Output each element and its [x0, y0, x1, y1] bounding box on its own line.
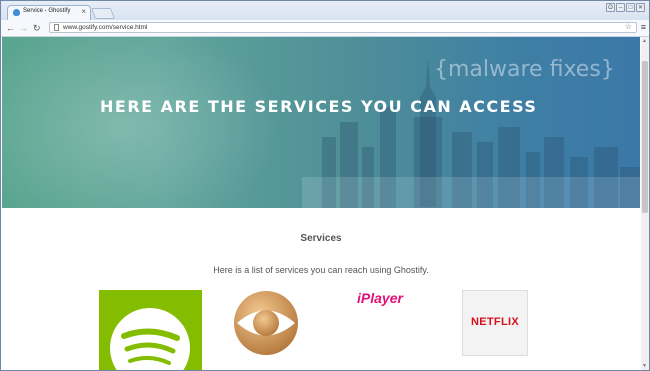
scroll-thumb[interactable] — [642, 61, 648, 213]
chrome-menu-icon[interactable]: ≡ — [641, 22, 646, 33]
address-bar[interactable]: www.gostify.com/service.html ☆ — [49, 22, 637, 33]
title-bar: Service - Ghostify × ʘ – □ ✕ — [1, 1, 649, 20]
spotify-icon — [110, 308, 190, 370]
browser-toolbar: ← → ↻ www.gostify.com/service.html ☆ ≡ — [1, 20, 649, 37]
cbs-logo[interactable] — [233, 290, 299, 356]
netflix-wordmark: NETFLIX — [471, 316, 519, 328]
hero-title: HERE ARE THE SERVICES YOU CAN ACCESS — [100, 97, 538, 116]
page-icon — [54, 24, 59, 31]
services-heading: Services — [300, 233, 342, 244]
iplayer-logo[interactable]: iPlayer — [357, 290, 403, 306]
tab-title: Service - Ghostify — [23, 8, 71, 14]
vertical-scrollbar[interactable]: ▲ ▼ — [641, 37, 649, 370]
service-logos: iPlayer NETFLIX — [2, 290, 640, 370]
scroll-up-icon[interactable]: ▲ — [642, 38, 647, 44]
url-text: www.gostify.com/service.html — [63, 24, 148, 31]
watermark-text: {malware fixes} — [434, 57, 615, 82]
window-controls: ʘ – □ ✕ — [606, 3, 645, 12]
hero-glow — [2, 37, 282, 208]
netflix-logo[interactable]: NETFLIX — [462, 290, 528, 356]
close-window-button[interactable]: ✕ — [636, 3, 645, 12]
spotify-logo[interactable] — [99, 290, 202, 370]
page-viewport: {malware fixes} HERE ARE THE SERVICES YO… — [2, 37, 640, 370]
forward-button[interactable]: → — [19, 22, 28, 34]
back-button[interactable]: ← — [6, 22, 15, 34]
maximize-button[interactable]: □ — [626, 3, 635, 12]
services-subtitle: Here is a list of services you can reach… — [213, 265, 429, 275]
tab-service[interactable]: Service - Ghostify × — [7, 5, 91, 20]
new-tab-button[interactable] — [90, 8, 116, 19]
ghostify-favicon-icon — [13, 9, 20, 16]
close-tab-icon[interactable]: × — [81, 7, 86, 17]
scroll-down-icon[interactable]: ▼ — [642, 363, 647, 369]
bookmark-star-icon[interactable]: ☆ — [625, 22, 632, 31]
reload-button[interactable]: ↻ — [33, 22, 41, 34]
hero-banner: {malware fixes} HERE ARE THE SERVICES YO… — [2, 37, 640, 208]
minimize-button[interactable]: – — [616, 3, 625, 12]
browser-window: Service - Ghostify × ʘ – □ ✕ ← → ↻ www.g… — [0, 0, 650, 371]
cbs-eye-icon — [234, 291, 298, 355]
user-icon[interactable]: ʘ — [606, 3, 615, 12]
